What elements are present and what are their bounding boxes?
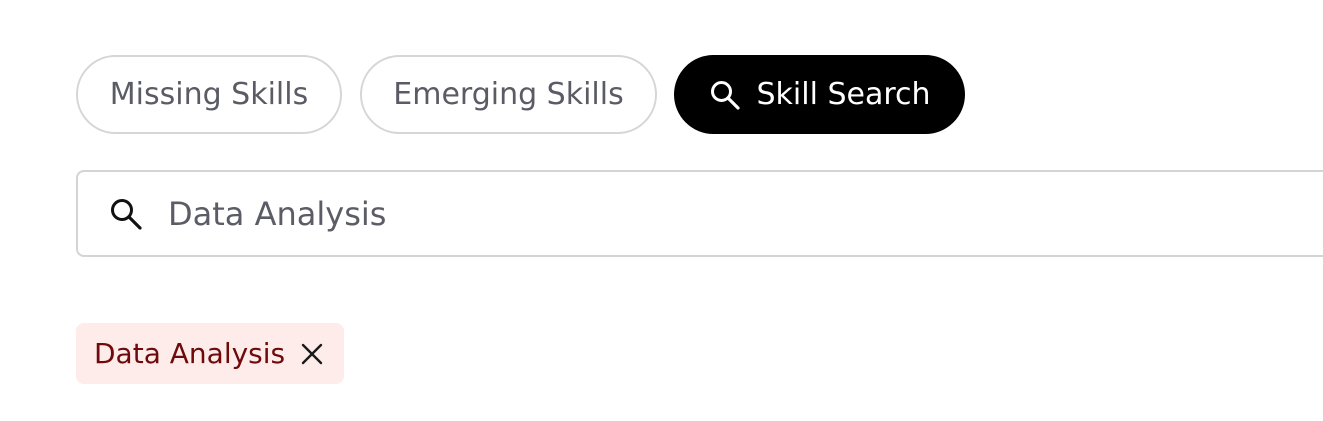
skills-panel: Missing Skills Emerging Skills Skill Sea… — [0, 0, 1323, 421]
tab-missing-skills-label: Missing Skills — [109, 77, 309, 112]
selected-skill-chip: Data Analysis — [76, 323, 344, 384]
tab-emerging-skills-label: Emerging Skills — [393, 77, 624, 112]
search-icon — [108, 196, 144, 232]
close-icon[interactable] — [299, 341, 325, 367]
tab-skill-search-label: Skill Search — [756, 77, 931, 112]
tab-emerging-skills[interactable]: Emerging Skills — [360, 55, 657, 134]
selected-skill-chip-label: Data Analysis — [94, 337, 286, 370]
tab-missing-skills[interactable]: Missing Skills — [76, 55, 342, 134]
skill-search-input[interactable] — [168, 194, 1323, 233]
search-icon — [708, 78, 742, 112]
skill-search-box — [76, 170, 1323, 257]
tab-skill-search[interactable]: Skill Search — [674, 55, 965, 134]
